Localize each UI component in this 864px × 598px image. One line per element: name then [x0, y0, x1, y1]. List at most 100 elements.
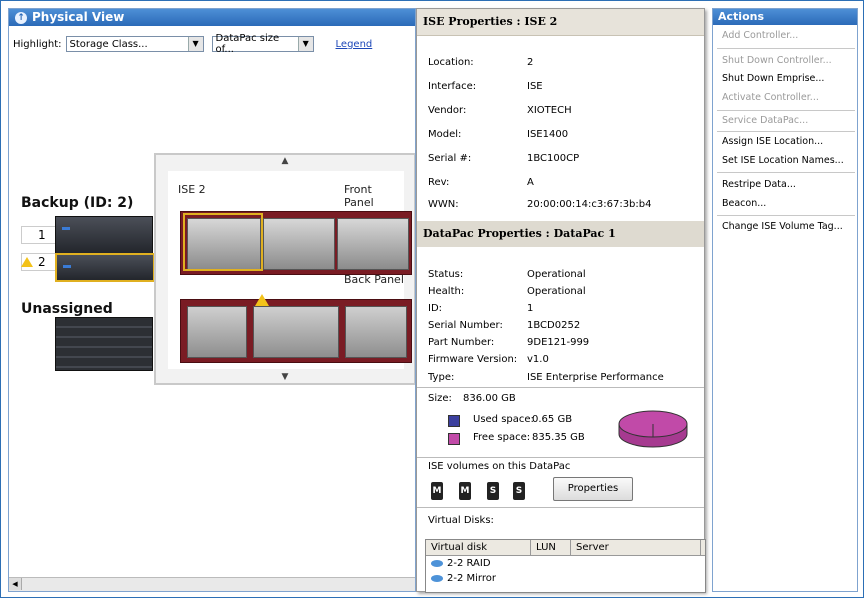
column-header-server[interactable]: Server	[571, 540, 701, 555]
action-change-ise-volume-tag[interactable]: Change ISE Volume Tag...	[722, 221, 843, 232]
virtual-disks-table: Virtual disk LUN Server 2-2 RAID 2-2 Mir…	[425, 539, 706, 593]
prop-label: Serial Number:	[428, 320, 503, 331]
ise-chassis-1[interactable]	[55, 216, 153, 254]
panel-collapse-icon[interactable]: ↑	[15, 11, 27, 24]
prop-value: 1BCD0252	[527, 320, 581, 331]
column-header-virtual-disk[interactable]: Virtual disk	[426, 540, 531, 555]
prop-label: Serial #:	[428, 153, 472, 164]
properties-button[interactable]: Properties	[553, 477, 633, 501]
actions-panel: Actions Add Controller... Shut Down Cont…	[712, 8, 858, 592]
prop-value: v1.0	[527, 354, 549, 365]
actions-title: Actions	[713, 9, 857, 25]
prop-value: ISE	[527, 81, 543, 92]
group-label-backup: Backup (ID: 2)	[21, 195, 134, 211]
action-restripe-data[interactable]: Restripe Data...	[722, 179, 796, 190]
virtual-disk-name: 2-2 Mirror	[447, 573, 496, 584]
action-add-controller[interactable]: Add Controller...	[722, 30, 798, 41]
action-shut-down-controller[interactable]: Shut Down Controller...	[722, 55, 832, 66]
chevron-down-icon[interactable]: ▼	[187, 37, 203, 51]
table-row[interactable]: 2-2 RAID	[426, 556, 705, 571]
prop-label: Rev:	[428, 177, 450, 188]
action-shut-down-emprise[interactable]: Shut Down Emprise...	[722, 73, 824, 84]
prop-value: Operational	[527, 269, 586, 280]
free-space-value: 835.35 GB	[532, 432, 585, 443]
action-set-ise-location-names[interactable]: Set ISE Location Names...	[722, 155, 844, 166]
prop-label: Vendor:	[428, 105, 467, 116]
virtual-disk-icon	[431, 575, 443, 582]
front-panel-label: Front Panel	[344, 183, 374, 209]
prop-label: Status:	[428, 269, 464, 280]
datapac-select-value: DataPac size of...	[215, 33, 280, 55]
prop-value: A	[527, 177, 534, 188]
highlight-label: Highlight:	[13, 38, 62, 50]
prop-value: XIOTECH	[527, 105, 572, 116]
free-space-swatch	[448, 433, 460, 445]
prop-label: WWN:	[428, 199, 459, 210]
free-space-label: Free space:	[473, 432, 531, 443]
prop-label: Location:	[428, 57, 474, 68]
action-activate-controller[interactable]: Activate Controller...	[722, 92, 819, 103]
slot-number: 1	[38, 228, 46, 242]
datapac-properties-title: DataPac Properties : DataPac 1	[417, 221, 704, 247]
horizontal-scrollbar[interactable]: ◀	[9, 577, 415, 591]
prop-label: Interface:	[428, 81, 477, 92]
prop-value: Operational	[527, 286, 586, 297]
action-assign-ise-location[interactable]: Assign ISE Location...	[722, 136, 823, 147]
ise-title: ISE 2	[178, 183, 206, 196]
size-label: Size:	[428, 393, 452, 404]
prop-label: Model:	[428, 129, 462, 140]
table-row[interactable]: 2-2 Mirror	[426, 571, 705, 586]
legend-link[interactable]: Legend	[336, 39, 373, 50]
virtual-disks-label: Virtual Disks:	[428, 515, 494, 526]
volume-icon[interactable]: M	[459, 482, 471, 500]
prop-label: Firmware Version:	[428, 354, 518, 365]
ise-detail-body: ISE 2 Front Panel Back Panel	[168, 171, 412, 369]
back-panel-label: Back Panel	[344, 273, 404, 286]
prop-value: 1BC100CP	[527, 153, 580, 164]
prop-value: 20:00:00:14:c3:67:3b:b4	[527, 199, 652, 210]
volumes-label: ISE volumes on this DataPac	[428, 461, 571, 472]
prop-value: ISE1400	[527, 129, 569, 140]
scroll-up-icon[interactable]: ▲	[156, 156, 414, 166]
physical-view-title: Physical View	[32, 10, 125, 24]
warning-icon	[21, 257, 33, 267]
selected-datapac-highlight	[183, 213, 263, 271]
prop-value: 9DE121-999	[527, 337, 590, 348]
column-header-lun[interactable]: LUN	[531, 540, 571, 555]
ise-chassis-2[interactable]	[55, 253, 155, 282]
volume-icon[interactable]: S	[513, 482, 525, 500]
used-space-label: Used space:	[473, 414, 534, 425]
unassigned-chassis[interactable]	[55, 317, 153, 371]
scroll-left-icon[interactable]: ◀	[9, 578, 22, 590]
prop-label: Type:	[428, 372, 455, 383]
highlight-select-value: Storage Class...	[69, 38, 148, 50]
slot-number: 2	[38, 255, 46, 269]
volume-icon[interactable]: S	[487, 482, 499, 500]
prop-label: Part Number:	[428, 337, 495, 348]
action-beacon[interactable]: Beacon...	[722, 198, 766, 209]
size-value: 836.00 GB	[463, 393, 516, 404]
prop-value: 1	[527, 303, 534, 314]
back-panel-image[interactable]	[180, 294, 412, 363]
datapac-size-select[interactable]: DataPac size of... ▼	[211, 33, 314, 55]
ise-properties-panel: ISE Properties : ISE 2 Location: 2 Inter…	[416, 8, 706, 593]
scroll-down-icon[interactable]: ▼	[156, 372, 414, 382]
prop-value: 2	[527, 57, 534, 68]
highlight-select[interactable]: Storage Class... ▼	[65, 36, 204, 52]
front-panel-image[interactable]	[180, 211, 412, 275]
ise-detail-popup: ▲ ISE 2 Front Panel Back Panel ▼	[154, 153, 415, 385]
volume-icon[interactable]: M	[431, 482, 443, 500]
prop-label: ID:	[428, 303, 443, 314]
physical-view-titlebar: ↑ Physical View	[9, 9, 415, 26]
used-space-swatch	[448, 415, 460, 427]
physical-view-panel: ↑ Physical View Highlight: Storage Class…	[8, 8, 416, 592]
used-space-value: 0.65 GB	[532, 414, 573, 425]
chevron-down-icon[interactable]: ▼	[297, 37, 313, 51]
action-service-datapac[interactable]: Service DataPac...	[722, 115, 808, 126]
group-label-unassigned: Unassigned	[21, 301, 113, 317]
highlight-toolbar: Highlight: Storage Class... ▼ DataPac si…	[13, 33, 373, 55]
table-header: Virtual disk LUN Server	[426, 540, 705, 556]
prop-value: ISE Enterprise Performance	[527, 372, 664, 383]
warning-icon	[255, 294, 269, 306]
virtual-disk-name: 2-2 RAID	[447, 558, 491, 569]
